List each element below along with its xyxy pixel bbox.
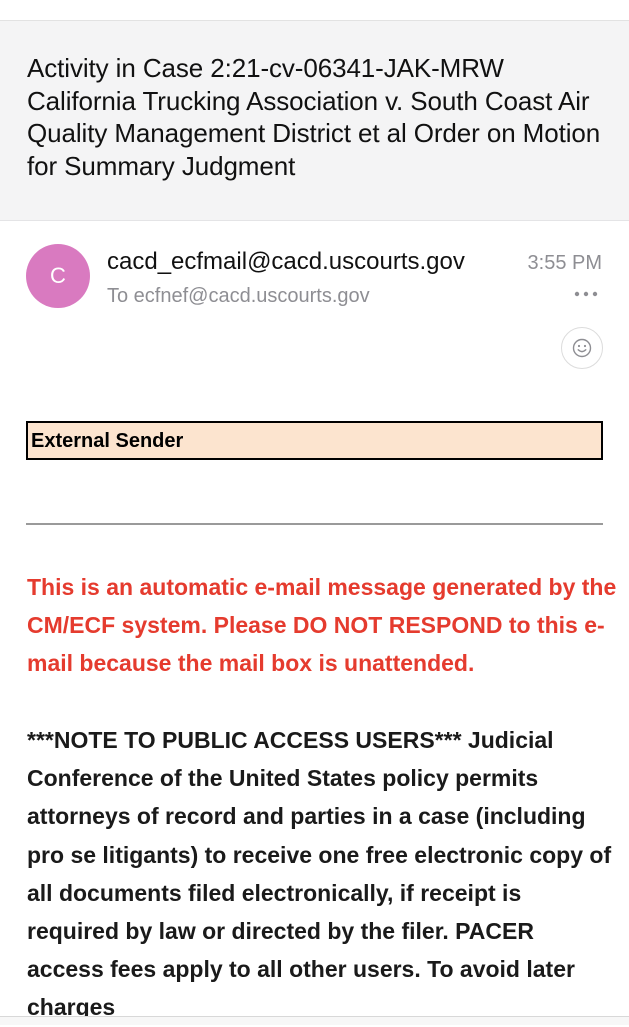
external-sender-banner: External Sender	[26, 421, 603, 460]
email-subject: Activity in Case 2:21-cv-06341-JAK-MRW C…	[27, 53, 601, 181]
automatic-message-notice: This is an automatic e-mail message gene…	[27, 574, 617, 677]
message-body: ***NOTE TO PUBLIC ACCESS USERS*** Judici…	[27, 727, 612, 1021]
more-options-icon[interactable]	[573, 287, 599, 299]
subject-header: Activity in Case 2:21-cv-06341-JAK-MRW C…	[0, 21, 629, 221]
sender-email[interactable]: cacd_ecfmail@cacd.uscourts.gov	[107, 247, 502, 277]
external-sender-label: External Sender	[31, 430, 184, 452]
reaction-button[interactable]	[561, 327, 603, 369]
sender-avatar[interactable]: C	[26, 244, 90, 308]
message-divider	[26, 523, 603, 525]
smiley-face-icon	[572, 338, 592, 358]
received-time: 3:55 PM	[527, 252, 602, 274]
sender-row: C cacd_ecfmail@cacd.uscourts.gov 3:55 PM…	[0, 221, 629, 369]
status-bar-remnant	[0, 0, 629, 21]
recipient-line[interactable]: To ecfnef@cacd.uscourts.gov	[107, 283, 370, 309]
